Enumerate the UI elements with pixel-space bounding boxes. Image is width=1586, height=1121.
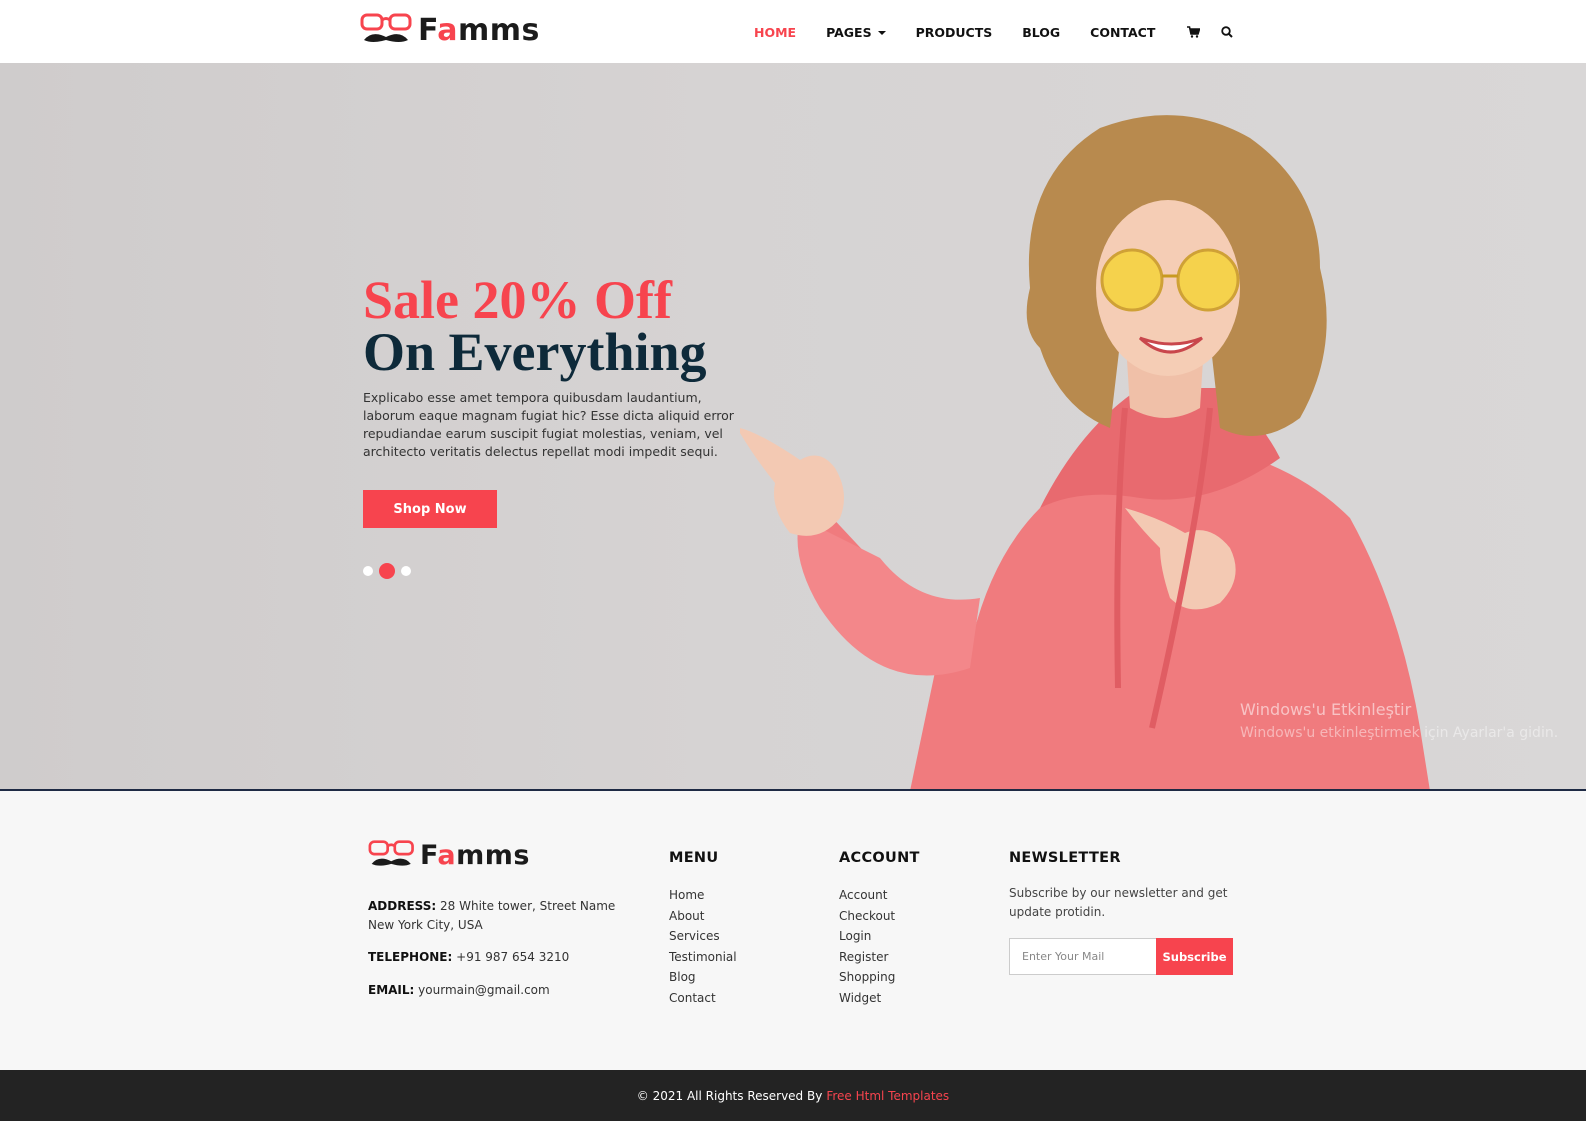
footer-account-title: ACCOUNT [839,850,920,866]
slider-dot[interactable] [401,566,411,576]
footer-menu-title: MENU [669,850,719,866]
footer-address: ADDRESS: 28 White tower, Street Name New… [368,899,616,932]
footer-email: EMAIL: yourmain@gmail.com [368,983,550,997]
caret-down-icon [877,31,886,35]
footer-logo[interactable]: Famms [368,839,530,871]
newsletter-email-input[interactable] [1009,938,1156,975]
footer-link-login[interactable]: Login [839,929,895,950]
nav-contact[interactable]: CONTACT [1090,25,1155,40]
hero-title-everything: On Everything [363,322,707,382]
footer-link-services[interactable]: Services [669,929,737,950]
footer-account-list: Account Checkout Login Register Shopping… [839,888,895,1012]
footer-link-home[interactable]: Home [669,888,737,909]
footer-link-register[interactable]: Register [839,950,895,971]
windows-activation-subtitle: Windows'u etkinleştirmek için Ayarlar'a … [1240,725,1559,741]
model-photo [740,115,1430,791]
footer-telephone: TELEPHONE: +91 987 654 3210 [368,950,570,964]
footer-newsletter-title: NEWSLETTER [1009,850,1121,866]
site-footer: Famms ADDRESS: 28 White tower, Street Na… [0,791,1586,1070]
subscribe-button[interactable]: Subscribe [1156,938,1233,975]
site-header: Famms HOME PAGES PRODUCTS BLOG CONTACT [0,0,1586,63]
footer-menu-list: Home About Services Testimonial Blog Con… [669,888,737,1012]
shop-now-button[interactable]: Shop Now [363,490,497,528]
brand-logo[interactable]: Famms [360,12,540,48]
slider-dots [363,563,417,579]
glasses-mustache-logo-icon [360,13,412,42]
footer-link-widget[interactable]: Widget [839,991,895,1012]
slider-dot[interactable] [363,566,373,576]
copyright-text: © 2021 All Rights Reserved By [636,1088,823,1103]
copyright-link[interactable]: Free Html Templates [826,1089,949,1103]
cart-icon[interactable] [1185,24,1201,40]
search-icon[interactable] [1219,24,1235,40]
footer-link-checkout[interactable]: Checkout [839,909,895,930]
hero-description: Explicabo esse amet tempora quibusdam la… [363,390,734,459]
hero-slider: Sale 20% Off On Everything Explicabo ess… [0,63,1586,791]
footer-brand-name: Famms [420,839,530,871]
newsletter-description: Subscribe by our newsletter and get upda… [1009,886,1228,919]
footer-link-blog[interactable]: Blog [669,970,737,991]
footer-link-account[interactable]: Account [839,888,895,909]
glasses-mustache-logo-icon [368,840,414,866]
nav-home[interactable]: HOME [754,25,796,40]
footer-link-contact[interactable]: Contact [669,991,737,1012]
footer-link-about[interactable]: About [669,909,737,930]
footer-link-shopping[interactable]: Shopping [839,970,895,991]
main-nav: HOME PAGES PRODUCTS BLOG CONTACT [754,24,1253,40]
windows-activation-title: Windows'u Etkinleştir [1240,700,1412,719]
footer-link-testimonial[interactable]: Testimonial [669,950,737,971]
nav-products[interactable]: PRODUCTS [916,25,993,40]
slider-dot-active[interactable] [379,563,395,579]
brand-name: Famms [418,12,540,48]
nav-pages[interactable]: PAGES [826,25,886,40]
nav-blog[interactable]: BLOG [1022,25,1060,40]
copyright-bar: © 2021 All Rights Reserved By Free Html … [0,1070,1586,1121]
